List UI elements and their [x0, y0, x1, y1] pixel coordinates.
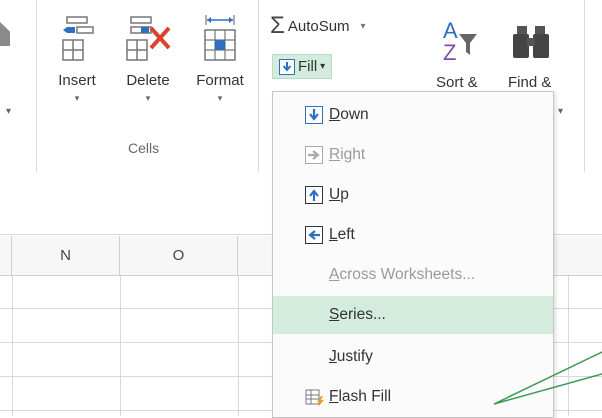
- delete-dropdown-arrow[interactable]: ▾: [114, 93, 182, 104]
- fill-menu-item-down[interactable]: Down: [273, 96, 553, 134]
- fill-down-icon: [279, 58, 295, 75]
- format-cells-icon: [204, 15, 236, 61]
- group-separator: [36, 0, 37, 172]
- fill-menu-item-label: Right: [329, 146, 366, 163]
- fill-dropdown-menu: Down Right Up Left Across Worksheets... Serie…: [272, 91, 554, 418]
- fill-left-icon: [305, 226, 323, 244]
- grid-line: [568, 276, 569, 416]
- insert-dropdown-arrow[interactable]: ▾: [46, 93, 108, 104]
- insert-button[interactable]: Insert ▾: [46, 14, 108, 104]
- fill-menu-item-across-worksheets: Across Worksheets...: [273, 256, 553, 294]
- insert-cells-icon: [62, 16, 94, 61]
- partial-icon: [0, 22, 10, 46]
- column-header-label: N: [60, 247, 71, 264]
- svg-text:Z: Z: [443, 40, 456, 65]
- autosum-sigma-icon: Σ: [270, 12, 285, 39]
- fill-menu-item-label: Up: [329, 186, 349, 203]
- flash-fill-icon: [305, 388, 324, 407]
- fill-button[interactable]: Fill ▾: [272, 54, 333, 79]
- group-separator: [584, 0, 585, 172]
- column-header[interactable]: [0, 236, 12, 276]
- fill-menu-item-up[interactable]: Up: [273, 176, 553, 214]
- format-label: Format: [196, 72, 244, 89]
- find-select-button[interactable]: [504, 20, 558, 68]
- sort-filter-label: Sort &: [436, 74, 478, 88]
- grid-line: [120, 276, 121, 416]
- fill-menu-item-label: Series...: [329, 306, 386, 323]
- fill-menu-item-label: Across Worksheets...: [329, 266, 476, 283]
- fill-menu-item-label: Down: [329, 106, 369, 123]
- fill-label: Fill: [298, 58, 318, 75]
- autosum-button[interactable]: Σ AutoSum ▾: [270, 12, 366, 39]
- fill-dropdown-arrow[interactable]: ▾: [320, 61, 325, 72]
- column-header-o[interactable]: O: [120, 236, 238, 276]
- fill-menu-item-label: Left: [329, 226, 355, 243]
- fill-menu-item-left[interactable]: Left: [273, 216, 553, 254]
- fill-menu-item-label: Flash Fill: [329, 388, 392, 405]
- fill-menu-item-justify[interactable]: Justify: [273, 338, 553, 376]
- autosum-dropdown-arrow[interactable]: ▾: [361, 21, 366, 32]
- column-header-n[interactable]: N: [12, 236, 120, 276]
- grid-line: [238, 276, 239, 416]
- binoculars-icon: [513, 26, 549, 58]
- delete-button[interactable]: Delete ▾: [114, 14, 182, 104]
- fill-menu-item-series[interactable]: Series...: [273, 296, 553, 334]
- cells-group-label: Cells: [128, 140, 160, 156]
- right-dropdown-arrow[interactable]: ▾: [558, 106, 563, 117]
- sort-filter-button[interactable]: A Z: [430, 16, 490, 72]
- format-dropdown-arrow[interactable]: ▾: [186, 93, 254, 104]
- delete-label: Delete: [126, 72, 170, 89]
- group-separator: [258, 0, 259, 172]
- fill-menu-item-right: Right: [273, 136, 553, 174]
- format-button[interactable]: Format ▾: [186, 14, 254, 104]
- delete-cells-icon: [126, 16, 171, 61]
- left-dropdown-arrow[interactable]: ▾: [6, 106, 11, 117]
- fill-menu-item-label: Justify: [329, 348, 373, 365]
- column-header-label: O: [172, 247, 185, 264]
- fill-menu-item-flash-fill[interactable]: Flash Fill: [273, 378, 553, 416]
- grid-line: [12, 276, 13, 416]
- autosum-label: AutoSum: [287, 17, 350, 35]
- sort-filter-icon: A Z: [443, 18, 477, 65]
- find-select-label: Find &: [508, 74, 552, 88]
- fill-up-icon: [305, 186, 323, 204]
- fill-right-icon: [305, 146, 323, 164]
- insert-label: Insert: [58, 72, 96, 89]
- fill-down-icon: [305, 106, 323, 124]
